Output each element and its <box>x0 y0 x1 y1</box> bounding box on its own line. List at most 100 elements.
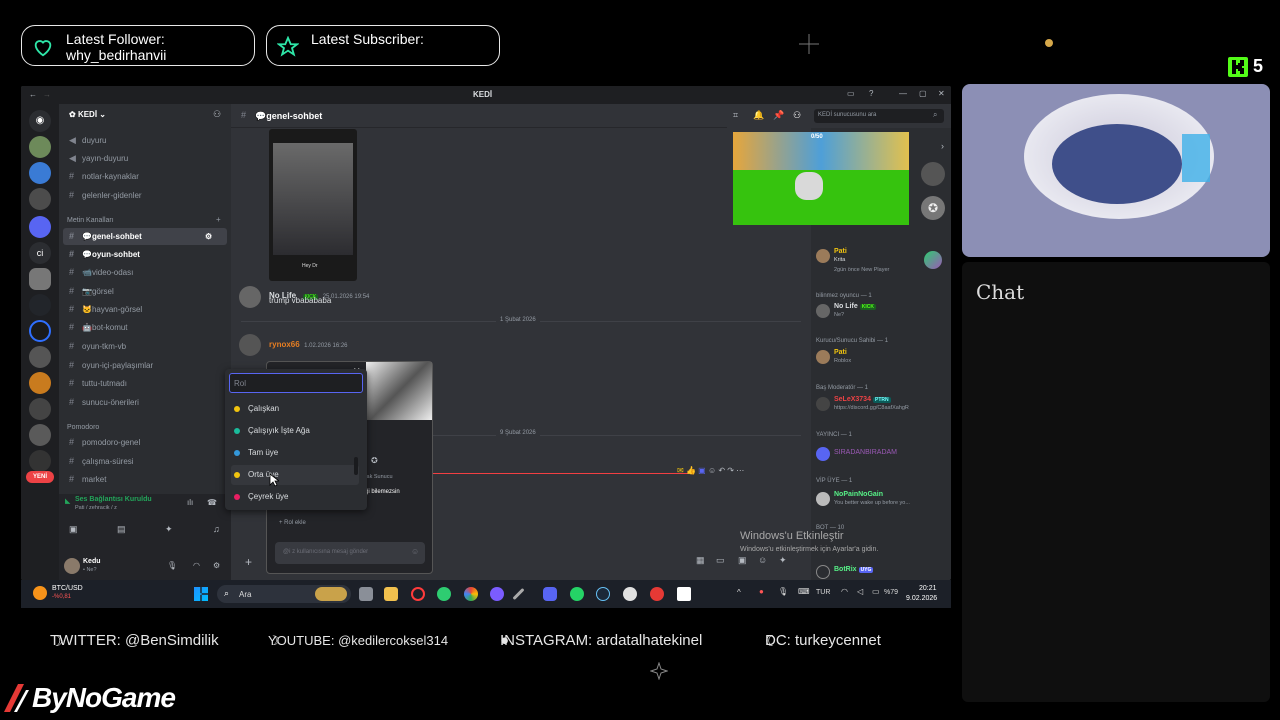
disconnect-icon[interactable]: ☎ <box>207 498 217 507</box>
role-option[interactable]: Tam üye <box>231 443 359 463</box>
avatar[interactable] <box>239 334 261 356</box>
avatar[interactable] <box>921 162 945 186</box>
channel-oyun-sohbet[interactable]: # 💬oyun-sohbet <box>59 246 231 263</box>
member-item[interactable]: BotRix UYG <box>816 563 946 580</box>
channel-yayin-duyuru[interactable]: ◀ yayın-duyuru <box>59 150 231 167</box>
activity-game-screen[interactable]: 0/50 <box>733 132 909 225</box>
channel-settings-icon[interactable]: ⚙ <box>205 228 212 245</box>
channel-calisma-suresi[interactable]: # çalışma-süresi <box>59 453 231 470</box>
gif-icon[interactable]: ▭ <box>716 555 725 566</box>
member-item[interactable]: NoPainNoGain You better wake up before y… <box>816 490 946 508</box>
back-icon[interactable]: ← <box>29 90 37 99</box>
language-indicator[interactable]: TUR <box>816 589 830 596</box>
search-input[interactable]: KEDİ sunucusunu ara ⌕ <box>814 109 944 123</box>
screen-share-icon[interactable]: ▤ <box>117 524 126 535</box>
volume-icon[interactable]: ◁ <box>857 587 863 596</box>
role-search-input[interactable]: Rol <box>229 373 363 393</box>
role-option[interactable]: Çalışkan <box>231 399 359 419</box>
server-icon[interactable] <box>29 372 51 394</box>
category-text-channels[interactable]: Metin Kanalları <box>67 217 114 224</box>
discord-taskbar-icon[interactable] <box>543 587 557 601</box>
server-icon[interactable] <box>29 162 51 184</box>
server-icon[interactable] <box>29 188 51 210</box>
channel-video-odasi[interactable]: # 📹video-odası <box>59 264 231 281</box>
activities-icon[interactable]: ✦ <box>165 524 173 535</box>
camera-icon[interactable]: ▣ <box>69 524 78 535</box>
emoji-picker-icon[interactable]: ☺ <box>758 555 767 565</box>
pin-icon[interactable]: 📌 <box>773 110 784 121</box>
ticker-symbol[interactable]: BTC/USD <box>52 585 83 592</box>
add-friend-icon[interactable]: ⚇ <box>213 109 221 120</box>
opera-icon[interactable] <box>411 587 425 601</box>
channel-tuttu-tutmadi[interactable]: # tuttu-tutmadı <box>59 375 231 392</box>
member-item[interactable]: SeLeX3734 PTRN https://discord.gg/C8aafXa… <box>816 395 946 413</box>
forward-msg-icon[interactable]: ↷ <box>727 466 734 475</box>
close-icon[interactable]: ✕ <box>938 89 945 98</box>
file-explorer-icon[interactable] <box>384 587 398 601</box>
member-item[interactable]: Pati Krita 2gün önce New Player <box>816 247 946 273</box>
app-icon[interactable] <box>677 587 691 601</box>
channel-bot-komut[interactable]: # 🤖bot-komut <box>59 319 231 336</box>
server-header[interactable]: ✿ KEDİ ⌄ <box>69 110 106 119</box>
channel-genel-sohbet[interactable]: # 💬genel-sohbet ⚙ <box>63 228 227 245</box>
channel-oyun-tkm[interactable]: # oyun-tkm-vb <box>59 338 231 355</box>
role-option[interactable]: Çalışıyık İşte Ağa <box>231 421 359 441</box>
tray-app-icon[interactable]: ● <box>759 587 764 596</box>
start-button[interactable] <box>194 587 208 601</box>
steam-icon[interactable] <box>596 587 610 601</box>
channel-gorsel[interactable]: # 📷görsel <box>59 283 231 300</box>
server-icon[interactable] <box>29 450 51 472</box>
battery-icon[interactable]: ▭ <box>872 587 880 596</box>
member-item[interactable]: No Life KICK Ne? <box>816 302 946 320</box>
avatar[interactable] <box>64 558 80 574</box>
reaction-icon[interactable]: ✉ <box>677 466 684 475</box>
scrollbar-thumb[interactable] <box>354 457 358 475</box>
thumbs-up-icon[interactable]: 👍 <box>686 466 696 475</box>
maximize-icon[interactable]: ▢ <box>919 89 927 98</box>
user-settings-icon[interactable]: ⚙ <box>213 561 220 570</box>
role-option[interactable]: Çeyrek üye <box>231 487 359 507</box>
gift-icon[interactable]: ▦ <box>696 555 705 566</box>
emoji-icon[interactable]: ☺ <box>411 547 419 556</box>
obs-icon[interactable] <box>623 587 637 601</box>
attach-icon[interactable]: + <box>245 555 252 569</box>
posted-image[interactable]: Hey Dr <box>269 129 357 281</box>
noise-icon[interactable]: ılı <box>187 498 193 507</box>
sticker-icon[interactable]: ▣ <box>738 555 747 566</box>
forward-icon[interactable]: → <box>43 90 51 99</box>
wifi-icon[interactable]: ◠ <box>841 587 848 596</box>
channel-duyuru[interactable]: ◀ duyuru <box>59 132 231 149</box>
threads-icon[interactable]: ⌗ <box>733 110 738 121</box>
edit-icon[interactable]: ▣ <box>698 466 706 475</box>
member-item[interactable]: SIRADANBIRADAM <box>816 445 946 463</box>
server-icon[interactable] <box>29 424 51 446</box>
spotify-icon[interactable] <box>437 587 451 601</box>
message-author[interactable]: rynox66 <box>269 340 300 349</box>
server-ci[interactable]: ci <box>29 242 51 264</box>
app-icon[interactable] <box>650 587 664 601</box>
channel-market[interactable]: # market <box>59 471 231 488</box>
add-channel-icon[interactable]: + <box>216 215 221 224</box>
server-kedi-active[interactable] <box>29 268 51 290</box>
app-icon[interactable] <box>490 587 504 601</box>
more-icon[interactable]: ⋯ <box>736 466 744 475</box>
dm-input[interactable]: @i z kullanıcısına mesaj gönder ☺ <box>275 542 425 564</box>
headphones-icon[interactable]: ◠ <box>193 561 200 570</box>
server-icon[interactable] <box>29 320 51 342</box>
microphone-icon[interactable]: 🎙 <box>167 561 177 570</box>
help-icon[interactable]: ? <box>869 89 873 98</box>
bell-icon[interactable]: 🔔 <box>753 110 764 121</box>
server-icon[interactable] <box>29 294 51 316</box>
category-pomodoro[interactable]: Pomodoro <box>67 424 99 431</box>
chevron-right-icon[interactable]: › <box>941 141 944 151</box>
task-view-icon[interactable] <box>359 587 373 601</box>
server-icon[interactable] <box>29 216 51 238</box>
inbox-icon[interactable]: ▭ <box>847 89 855 98</box>
channel-pomodoro-genel[interactable]: # pomodoro-genel <box>59 434 231 451</box>
avatar[interactable] <box>239 286 261 308</box>
channel-oyun-ici[interactable]: # oyun-içi-paylaşımlar <box>59 357 231 374</box>
minimize-icon[interactable]: — <box>899 89 907 98</box>
discord-home-icon[interactable]: ◉ <box>29 110 51 132</box>
award-icon[interactable]: ✪ <box>921 196 945 220</box>
pen-icon[interactable] <box>512 587 525 601</box>
